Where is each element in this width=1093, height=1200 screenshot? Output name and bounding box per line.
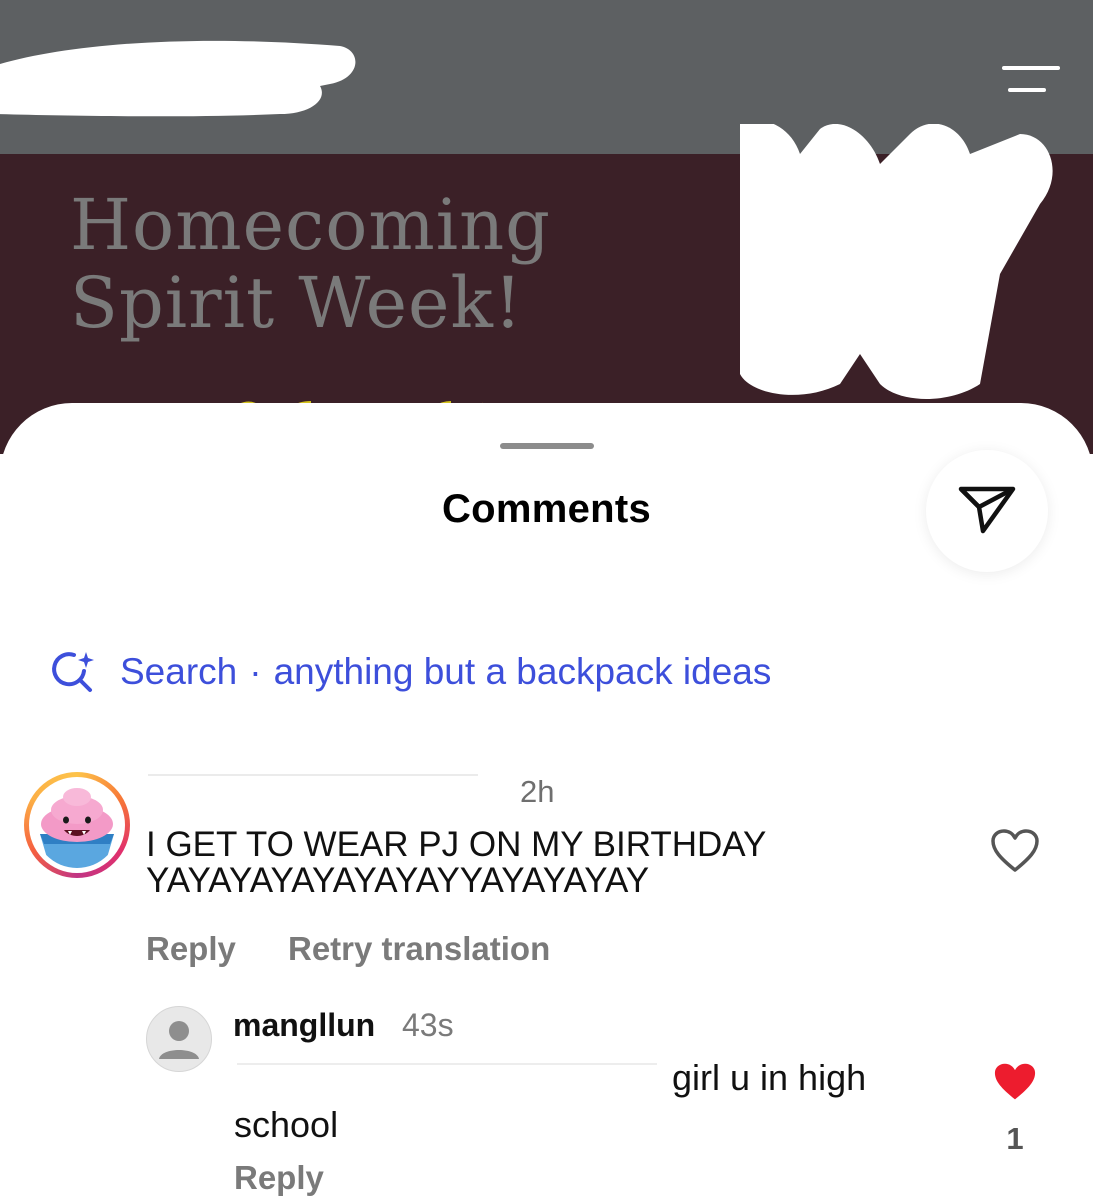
cupcake-avatar-image <box>34 782 120 868</box>
share-button[interactable] <box>926 450 1048 572</box>
paper-plane-icon <box>958 486 1016 534</box>
mention-redacted <box>237 1063 657 1065</box>
search-suggestion-text: anything but a backpack ideas <box>273 651 772 692</box>
comment-text: I GET TO WEAR PJ ON MY BIRTHDAY YAYAYAYA… <box>146 825 767 900</box>
screen: Homecoming Spirit Week! Comments Search … <box>0 0 1093 1200</box>
default-user-icon <box>159 1021 199 1059</box>
reply-text-line-1: girl u in high <box>672 1057 867 1098</box>
retry-translation-button[interactable]: Retry translation <box>288 930 550 968</box>
reply-username[interactable]: mangllun <box>233 1007 375 1044</box>
reply-text-line-2: school <box>234 1104 339 1145</box>
search-label: Search <box>120 651 238 692</box>
avatar[interactable] <box>24 772 130 878</box>
username-redacted <box>148 774 478 776</box>
reply-avatar[interactable] <box>146 1006 212 1072</box>
search-separator: · <box>249 651 262 692</box>
drag-handle[interactable] <box>500 443 594 449</box>
like-count: 1 <box>1006 1121 1024 1156</box>
reply-button[interactable]: Reply <box>146 930 236 968</box>
search-sparkle-icon <box>52 652 94 692</box>
heart-filled-icon[interactable] <box>992 1061 1038 1103</box>
redaction-scribble <box>740 124 1053 399</box>
post-title: Homecoming Spirit Week! <box>70 184 551 344</box>
heart-outline-icon[interactable] <box>990 828 1040 874</box>
redaction-scribble <box>0 40 356 117</box>
comment-timestamp: 2h <box>520 774 555 809</box>
reply-button[interactable]: Reply <box>234 1159 324 1197</box>
menu-icon[interactable] <box>1000 62 1062 96</box>
search-suggestion[interactable]: Search · anything but a backpack ideas <box>50 647 771 697</box>
comments-sheet: Comments Search · anything but a backpac… <box>0 403 1093 1200</box>
reply-timestamp: 43s <box>402 1007 454 1043</box>
